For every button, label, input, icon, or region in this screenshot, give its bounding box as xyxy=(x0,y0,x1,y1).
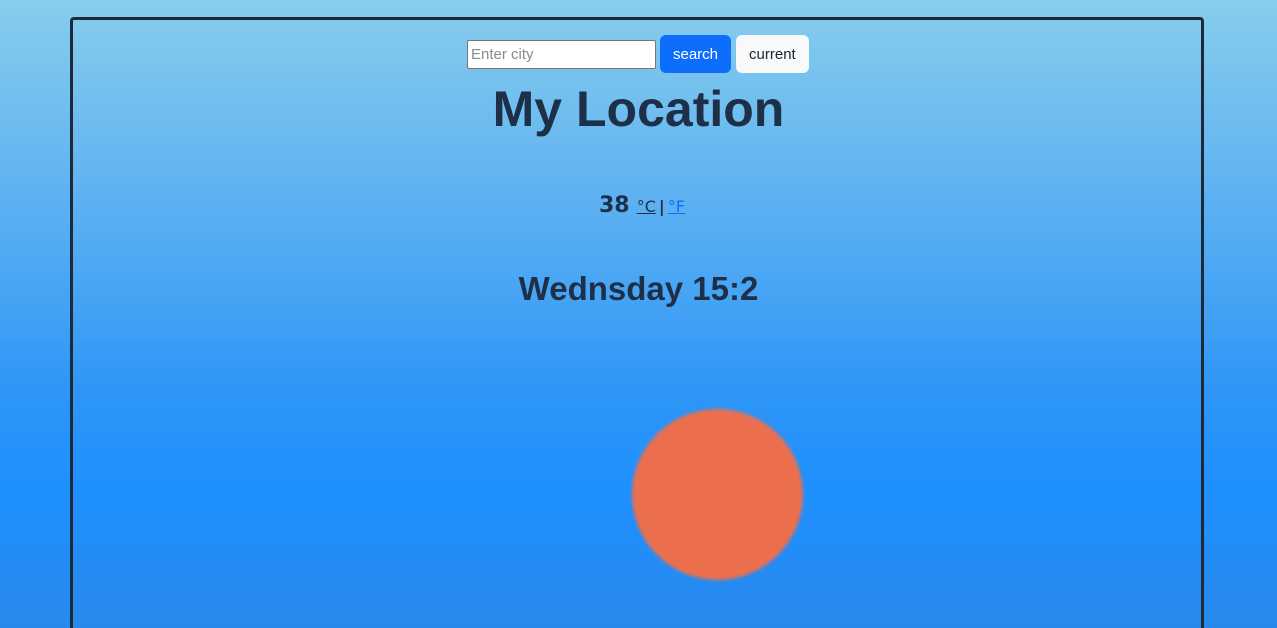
day-time-label: Wednsday 15:2 xyxy=(518,270,759,307)
sun-icon xyxy=(632,409,803,580)
unit-separator: | xyxy=(658,197,665,216)
celsius-toggle-link[interactable]: °C xyxy=(637,197,656,216)
fahrenheit-toggle-link[interactable]: °F xyxy=(668,197,685,216)
temperature-row: 38 °C | °F xyxy=(599,193,685,218)
city-search-input[interactable] xyxy=(467,39,656,69)
search-bar: search current xyxy=(467,35,809,73)
current-location-button[interactable]: current xyxy=(736,35,809,73)
search-button[interactable]: search xyxy=(660,35,732,73)
location-title: My Location xyxy=(492,81,785,137)
temperature-value: 38 xyxy=(599,193,630,218)
